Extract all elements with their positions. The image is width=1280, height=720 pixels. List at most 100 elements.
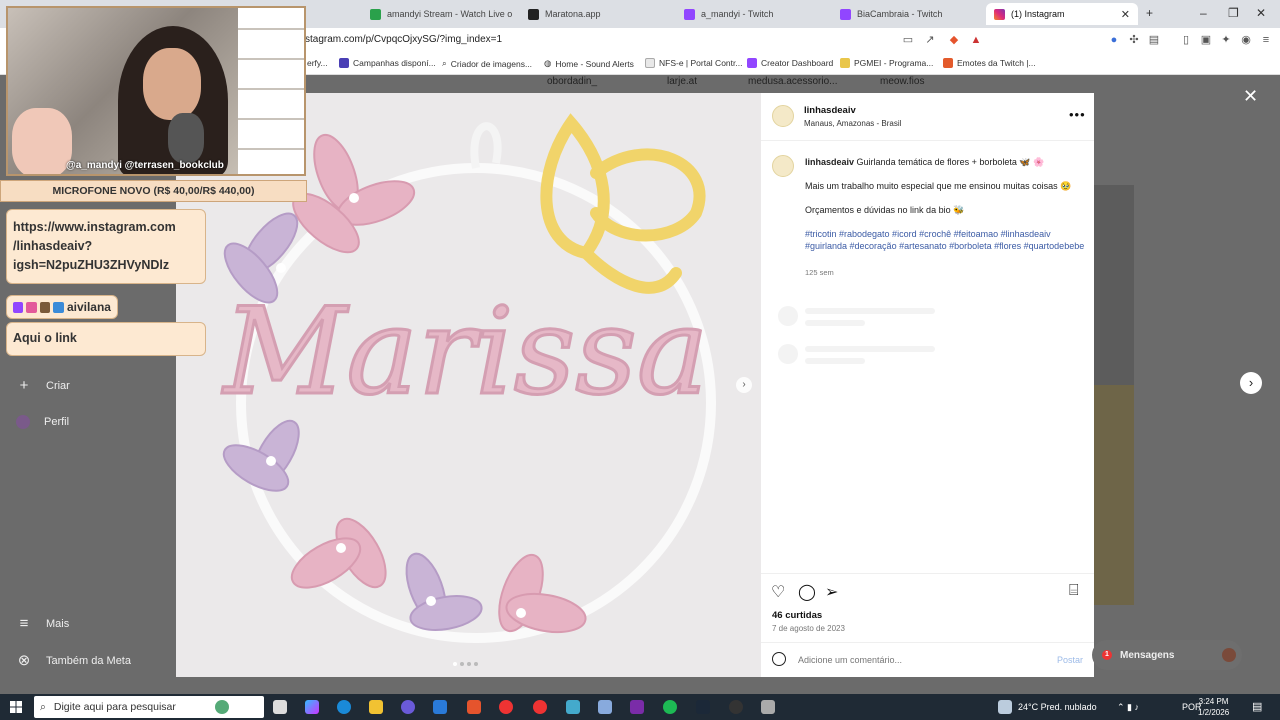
- tray-icons[interactable]: ⌃ ▮ ♪: [1117, 702, 1139, 713]
- caption-username[interactable]: linhasdeaiv: [805, 157, 854, 167]
- bookmark-label: erfy...: [307, 58, 328, 68]
- obs-icon[interactable]: [729, 700, 743, 714]
- post-username[interactable]: linhasdeaiv: [804, 105, 856, 116]
- menu-icon[interactable]: ≡: [1260, 34, 1272, 46]
- notification-icon[interactable]: ▤: [1252, 700, 1262, 713]
- spotify-icon[interactable]: [663, 700, 677, 714]
- instagram-icon: [994, 8, 1005, 20]
- bookmark-item[interactable]: Emotes da Twitch |...: [943, 58, 1036, 68]
- tab-label: BiaCambraia - Twitch: [857, 9, 943, 19]
- sidebar-item-meta[interactable]: ⊗ Também da Meta: [16, 653, 131, 669]
- avatar[interactable]: [772, 105, 794, 127]
- more-options-icon[interactable]: •••: [1069, 107, 1086, 122]
- task-view-icon[interactable]: [273, 700, 287, 714]
- comment-icon[interactable]: ◯: [798, 582, 816, 602]
- close-modal-icon[interactable]: ✕: [1243, 86, 1258, 107]
- bookmark-item[interactable]: Campanhas disponí...: [339, 58, 436, 68]
- story-user[interactable]: meow.fios: [880, 76, 924, 87]
- brave-rewards-icon[interactable]: ▲: [970, 34, 982, 46]
- share-icon[interactable]: ↗: [924, 34, 936, 46]
- sidepanel-icon[interactable]: ▯: [1180, 34, 1192, 46]
- carousel-dot: [467, 662, 471, 666]
- save-icon[interactable]: ⌸: [1069, 582, 1079, 600]
- feed-background: [1094, 385, 1134, 605]
- settings-icon[interactable]: [761, 700, 775, 714]
- close-window-icon[interactable]: ✕: [1256, 6, 1266, 20]
- carousel-dot: [453, 662, 457, 666]
- loading-placeholder: [805, 346, 935, 352]
- bookmark-icon: [645, 58, 655, 68]
- bookmark-item[interactable]: NFS-e | Portal Contr...: [645, 58, 742, 68]
- microphone: [168, 113, 204, 163]
- puzzle-icon[interactable]: ✣: [1128, 34, 1140, 46]
- sidebar-item-profile[interactable]: Perfil: [16, 415, 69, 429]
- tab-maratona[interactable]: Maratona.app: [520, 3, 670, 25]
- app-icon[interactable]: [598, 700, 612, 714]
- story-user[interactable]: medusa.acessorio...: [748, 76, 838, 87]
- tab-instagram[interactable]: (1) Instagram ✕: [986, 3, 1138, 25]
- tab-twitch-amandyi[interactable]: a_mandyi - Twitch: [676, 3, 826, 25]
- wallet-icon[interactable]: ▣: [1200, 34, 1212, 46]
- brave-icon[interactable]: [467, 700, 481, 714]
- hashtags[interactable]: #tricotin #rabodegato #icord #crochê #fe…: [805, 228, 1085, 252]
- badge-icon: [13, 301, 24, 313]
- store-icon[interactable]: [433, 700, 447, 714]
- comment-input[interactable]: Adicione um comentário...: [798, 655, 902, 665]
- url-field[interactable]: stagram.com/p/CvpqcOjxySG/?img_index=1: [305, 34, 502, 45]
- like-icon[interactable]: ♡: [771, 582, 785, 602]
- post-comment-button[interactable]: Postar: [1057, 655, 1083, 665]
- sidebar-item-more[interactable]: ≡ Mais: [16, 616, 70, 632]
- file-explorer-icon[interactable]: [369, 700, 383, 714]
- close-tab-icon[interactable]: ✕: [1121, 8, 1130, 21]
- divider: [761, 140, 1094, 141]
- new-tab-icon[interactable]: +: [1146, 6, 1153, 20]
- chat-message: https://www.instagram.com /linhasdeaiv? …: [6, 209, 206, 284]
- windows-start-icon[interactable]: [10, 701, 22, 713]
- avatar[interactable]: [772, 155, 794, 177]
- story-user[interactable]: larje.at: [667, 76, 697, 87]
- sidebar-toggle-icon[interactable]: ▤: [1148, 34, 1160, 46]
- cortana-icon[interactable]: [215, 700, 229, 714]
- like-count[interactable]: 46 curtidas: [772, 610, 822, 621]
- tab-twitch-biacambraia[interactable]: BiaCambraia - Twitch: [832, 3, 982, 25]
- bookmark-item[interactable]: ⌕ Criador de imagens...: [442, 58, 532, 69]
- weather-text[interactable]: 24°C Pred. nublado: [1018, 702, 1097, 712]
- restore-icon[interactable]: ❐: [1228, 6, 1239, 20]
- vpn-icon[interactable]: ◉: [1240, 34, 1252, 46]
- app-icon[interactable]: [566, 700, 580, 714]
- badge-icon: [53, 301, 64, 313]
- messages-button[interactable]: 1 Mensagens: [1092, 640, 1242, 670]
- app-icon[interactable]: [401, 700, 415, 714]
- install-icon[interactable]: ▭: [902, 34, 914, 46]
- bookmark-item[interactable]: ◍ Home - Sound Alerts: [544, 58, 634, 69]
- caption-line: Mais um trabalho muito especial que me e…: [805, 181, 1072, 191]
- onenote-icon[interactable]: [630, 700, 644, 714]
- kick-icon: [370, 8, 381, 20]
- image-next-icon[interactable]: ›: [736, 377, 752, 393]
- chrome-icon[interactable]: [499, 700, 513, 714]
- opera-icon[interactable]: [533, 700, 547, 714]
- bookmark-item[interactable]: erfy...: [307, 58, 328, 68]
- loading-placeholder: [805, 308, 935, 314]
- copilot-icon[interactable]: [305, 700, 319, 714]
- next-post-icon[interactable]: ›: [1240, 372, 1262, 394]
- brave-shield-icon[interactable]: ◆: [948, 34, 960, 46]
- bookmark-item[interactable]: PGMEI - Programa...: [840, 58, 933, 68]
- carousel-dots: [453, 662, 478, 666]
- post-location[interactable]: Manaus, Amazonas - Brasil: [804, 119, 901, 128]
- share-icon[interactable]: ➢: [825, 582, 838, 602]
- caption: linhasdeaiv Guirlanda temática de flores…: [805, 156, 1085, 168]
- minimize-icon[interactable]: –: [1200, 6, 1207, 20]
- sidebar-item-create[interactable]: + Criar: [16, 378, 70, 394]
- extension-icon[interactable]: ●: [1108, 34, 1120, 46]
- steam-icon[interactable]: [696, 700, 710, 714]
- taskbar-search[interactable]: ⌕ Digite aqui para pesquisar: [34, 696, 264, 718]
- edge-icon[interactable]: [337, 700, 351, 714]
- leo-icon[interactable]: ✦: [1220, 34, 1232, 46]
- story-user[interactable]: obordadin_: [547, 76, 597, 87]
- bookmark-item[interactable]: Creator Dashboard: [747, 58, 833, 68]
- tab-kick[interactable]: amandyi Stream - Watch Live o: [362, 3, 512, 25]
- divider: [761, 642, 1094, 643]
- clock[interactable]: 3:24 PM 1/2/2026: [1198, 696, 1229, 718]
- emoji-icon[interactable]: [772, 652, 786, 666]
